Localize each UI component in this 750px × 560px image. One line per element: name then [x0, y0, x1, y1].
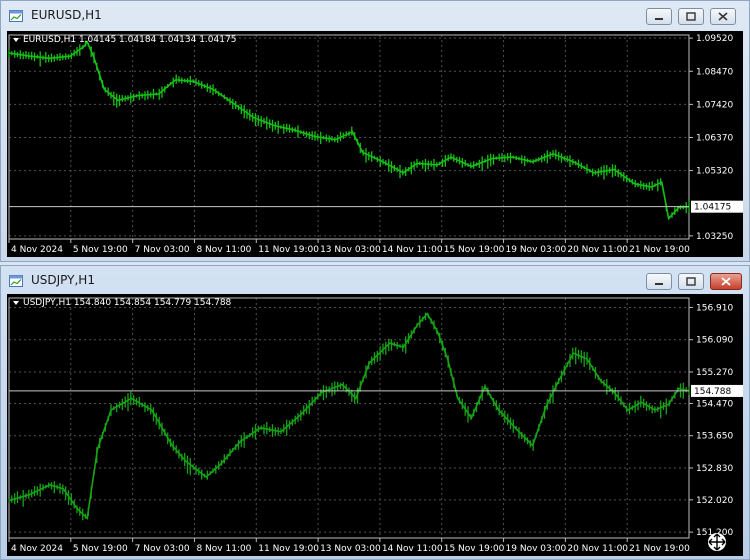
- price-tick-label: 1.09520: [696, 34, 733, 44]
- price-bars: [8, 312, 690, 521]
- time-tick-label: 4 Nov 2024: [11, 544, 63, 554]
- eurusd-window[interactable]: EURUSD,H1 1.09520 1.08470 1.07420 1.06370 1.…: [0, 0, 750, 262]
- price-tick-label: 155.270: [696, 368, 733, 378]
- plot-frame: [8, 297, 690, 539]
- usdjpy-chart[interactable]: 156.910 156.090 155.270 154.470 153.650 152.8…: [7, 294, 743, 556]
- time-tick-label: 5 Nov 19:00: [73, 544, 128, 554]
- time-tick-label: 13 Nov 03:00: [320, 544, 381, 554]
- price-axis: 156.910 156.090 155.270 154.470 153.650 152.8…: [689, 303, 733, 538]
- price-tick-label: 156.910: [696, 303, 733, 313]
- price-tick-label: 152.020: [696, 496, 733, 506]
- minimize-button[interactable]: [646, 273, 672, 290]
- price-tick-label: 1.05320: [696, 167, 733, 177]
- price-tick-label: 1.06370: [696, 133, 733, 143]
- price-bars: [8, 40, 690, 219]
- price-tick-label: 152.830: [696, 464, 733, 474]
- time-tick-label: 20 Nov 11:00: [567, 245, 628, 255]
- time-tick-label: 20 Nov 11:00: [567, 544, 628, 554]
- minimize-icon: [655, 18, 663, 20]
- time-axis: 4 Nov 2024 5 Nov 19:00 7 Nov 03:00 8 Nov 11…: [8, 239, 690, 255]
- time-tick-label: 15 Nov 19:00: [444, 544, 505, 554]
- restore-icon: [686, 12, 696, 21]
- restore-button[interactable]: [678, 273, 704, 290]
- window-title: USDJPY,H1: [31, 273, 95, 287]
- price-line: [8, 40, 690, 221]
- time-tick-label: 11 Nov 19:00: [258, 245, 319, 255]
- chart-window-icon: [9, 10, 23, 22]
- minimize-icon: [655, 283, 663, 285]
- price-tag-label: 154.788: [694, 387, 731, 397]
- close-icon: [718, 12, 728, 21]
- chart-menu-arrow-icon[interactable]: [13, 301, 19, 305]
- time-axis: 4 Nov 2024 5 Nov 19:00 7 Nov 03:00 8 Nov 11…: [8, 538, 690, 554]
- time-tick-label: 21 Nov 19:00: [629, 544, 690, 554]
- price-tick-label: 154.470: [696, 399, 733, 409]
- chart-window-icon: [9, 275, 23, 287]
- price-tick-label: 153.650: [696, 432, 733, 442]
- time-tick-label: 5 Nov 19:00: [73, 245, 128, 255]
- time-tick-label: 19 Nov 03:00: [506, 245, 567, 255]
- chart-grid: [8, 297, 690, 539]
- price-tag: 1.04175: [691, 200, 743, 213]
- time-tick-label: 7 Nov 03:00: [135, 245, 190, 255]
- price-tag-label: 1.04175: [694, 203, 731, 213]
- close-button[interactable]: [710, 273, 742, 290]
- price-tick-label: 1.07420: [696, 100, 733, 110]
- price-tick-label: 156.090: [696, 336, 733, 346]
- chart-grid: [8, 34, 690, 240]
- time-tick-label: 21 Nov 19:00: [629, 245, 690, 255]
- price-series: [8, 40, 690, 221]
- time-tick-label: 14 Nov 11:00: [382, 245, 443, 255]
- time-tick-label: 8 Nov 11:00: [196, 245, 251, 255]
- time-tick-label: 14 Nov 11:00: [382, 544, 443, 554]
- close-button[interactable]: [710, 8, 736, 25]
- restore-icon: [686, 277, 696, 286]
- time-tick-label: 4 Nov 2024: [11, 245, 63, 255]
- eurusd-titlebar[interactable]: EURUSD,H1: [1, 1, 749, 31]
- time-tick-label: 7 Nov 03:00: [135, 544, 190, 554]
- usdjpy-window[interactable]: USDJPY,H1 156.910 156.090 155.270 154.470 15…: [0, 265, 750, 560]
- time-tick-label: 8 Nov 11:00: [196, 544, 251, 554]
- price-tick-label: 1.03250: [696, 232, 733, 242]
- restore-button[interactable]: [678, 8, 704, 25]
- time-tick-label: 19 Nov 03:00: [506, 544, 567, 554]
- ohlc-info: EURUSD,H1 1.04145 1.04184 1.04134 1.0417…: [23, 35, 236, 45]
- chart-menu-arrow-icon[interactable]: [13, 38, 19, 42]
- minimize-button[interactable]: [646, 8, 672, 25]
- price-tick-label: 1.08470: [696, 67, 733, 77]
- eurusd-chart[interactable]: 1.09520 1.08470 1.07420 1.06370 1.05320 1.032…: [7, 31, 743, 257]
- usdjpy-titlebar[interactable]: USDJPY,H1: [1, 266, 749, 296]
- usdjpy-chart-canvas[interactable]: 156.910 156.090 155.270 154.470 153.650 152.8…: [7, 294, 745, 556]
- price-tag: 154.788: [691, 384, 743, 397]
- time-tick-label: 15 Nov 19:00: [444, 245, 505, 255]
- time-tick-label: 13 Nov 03:00: [320, 245, 381, 255]
- close-icon: [721, 277, 731, 286]
- eurusd-chart-canvas[interactable]: 1.09520 1.08470 1.07420 1.06370 1.05320 1.032…: [7, 31, 745, 257]
- price-series: [8, 312, 690, 521]
- window-title: EURUSD,H1: [31, 8, 102, 22]
- time-tick-label: 11 Nov 19:00: [258, 544, 319, 554]
- cursor-move-icon[interactable]: [708, 533, 726, 551]
- ohlc-info: USDJPY,H1 154.840 154.854 154.779 154.78…: [23, 298, 232, 308]
